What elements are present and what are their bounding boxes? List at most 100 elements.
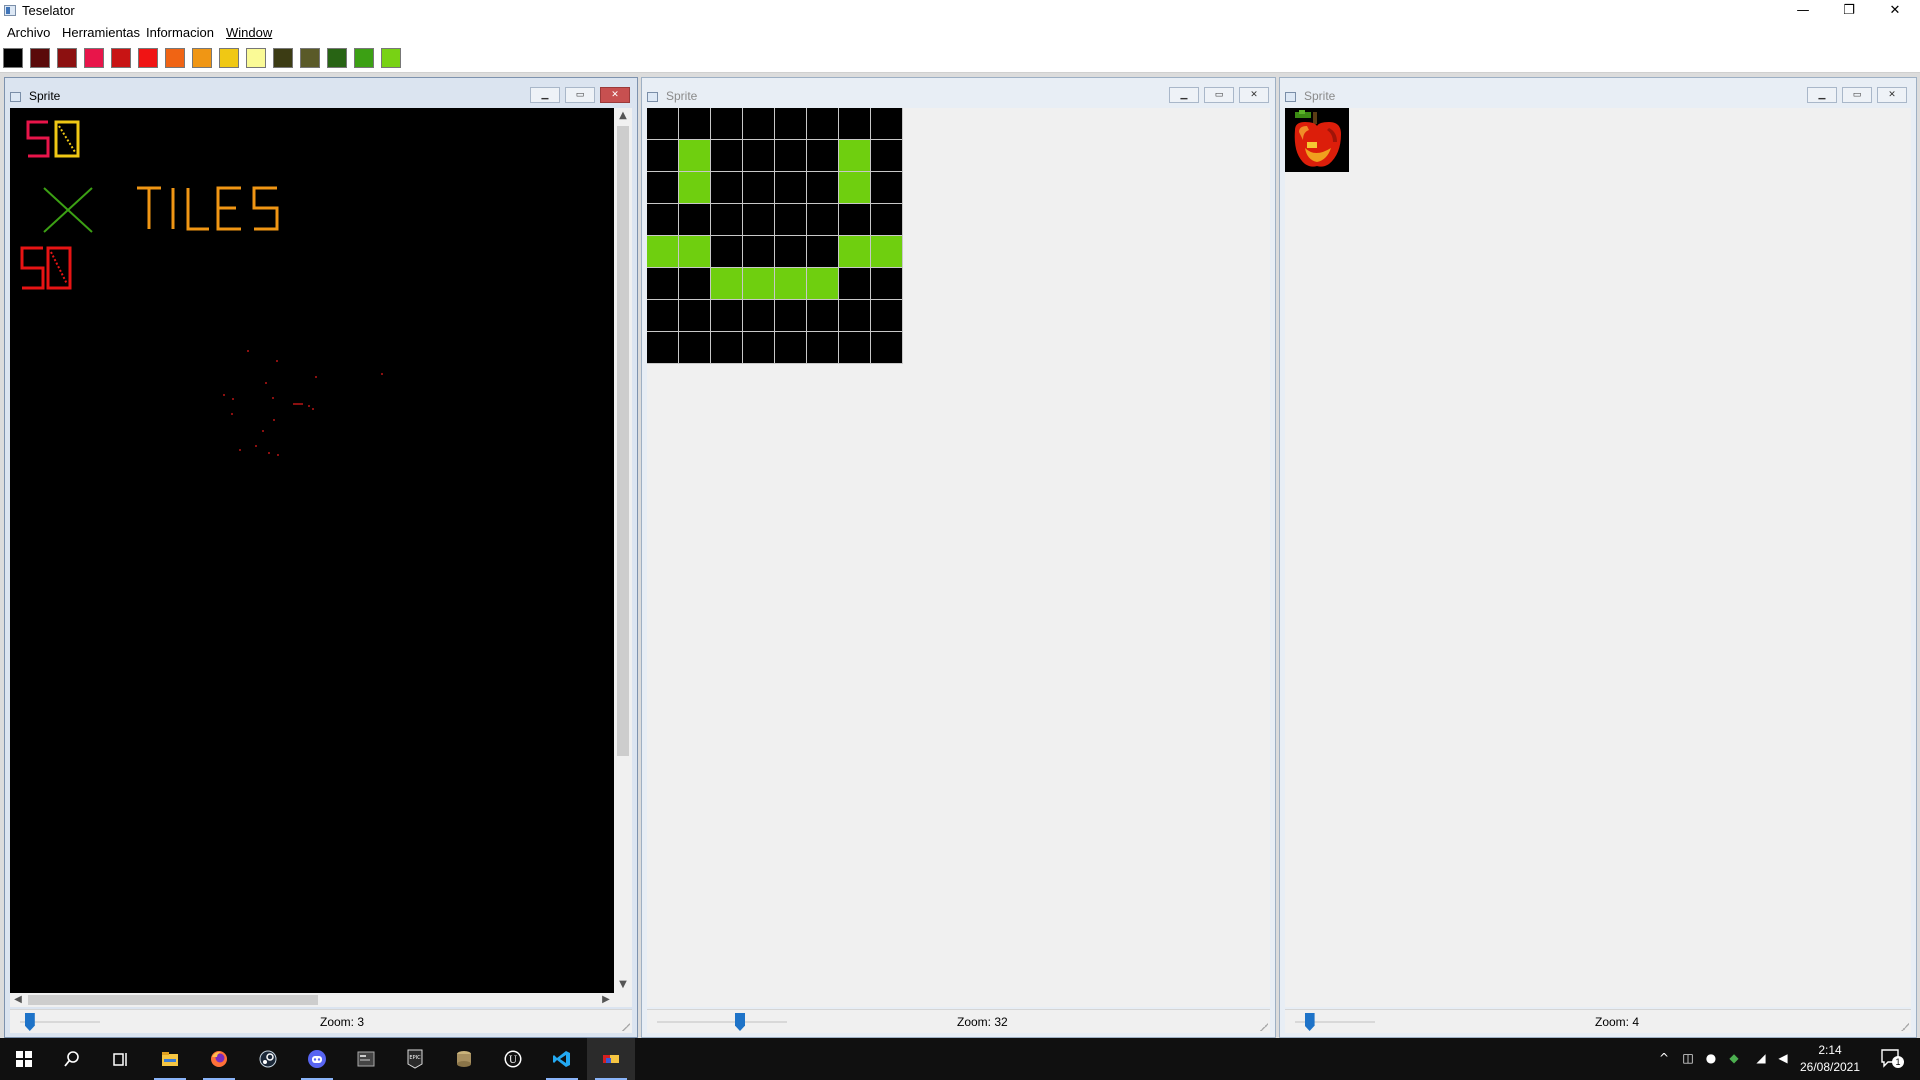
child-close-button[interactable]: ✕ <box>600 87 630 103</box>
network-icon[interactable]: ◢ <box>1753 1050 1769 1066</box>
taskbar-file-explorer[interactable] <box>146 1038 194 1080</box>
system-clock[interactable]: 2:14 26/08/2021 <box>1790 1042 1870 1076</box>
tile-cell[interactable] <box>871 108 902 139</box>
taskbar-database-app[interactable] <box>440 1038 488 1080</box>
tile-cell[interactable] <box>871 268 902 299</box>
taskbar-firefox[interactable] <box>195 1038 243 1080</box>
tile-cell[interactable] <box>807 204 838 235</box>
color-swatch[interactable] <box>138 48 158 68</box>
zoom-slider-thumb[interactable] <box>735 1013 745 1031</box>
menu-herramientas[interactable]: Herramientas <box>62 25 140 40</box>
tile-cell-filled[interactable] <box>775 268 806 299</box>
tile-cell[interactable] <box>743 140 774 171</box>
child-minimize-button[interactable]: ▁ <box>530 87 560 103</box>
tile-cell-filled[interactable] <box>807 268 838 299</box>
start-button[interactable] <box>0 1038 48 1080</box>
color-swatch[interactable] <box>273 48 293 68</box>
tile-cell[interactable] <box>647 172 678 203</box>
notifications-button[interactable]: 1 <box>1880 1048 1904 1068</box>
tile-cell-filled[interactable] <box>743 268 774 299</box>
tile-cell[interactable] <box>743 172 774 203</box>
tile-cell[interactable] <box>807 140 838 171</box>
tile-cell[interactable] <box>711 108 742 139</box>
tile-cell[interactable] <box>711 204 742 235</box>
camera-icon[interactable]: ◫ <box>1680 1050 1696 1066</box>
close-button[interactable]: ✕ <box>1872 0 1918 22</box>
tile-cell-filled[interactable] <box>679 140 710 171</box>
sprite-window-1[interactable]: Sprite ▁ ▭ ✕ ▲ ▼ ◀ ▶ Zoom: 3 <box>4 77 638 1038</box>
tile-cell-filled[interactable] <box>711 268 742 299</box>
tile-cell[interactable] <box>839 268 870 299</box>
tile-cell[interactable] <box>839 300 870 331</box>
tile-cell[interactable] <box>711 332 742 363</box>
taskbar-terminal[interactable] <box>342 1038 390 1080</box>
tile-cell[interactable] <box>647 140 678 171</box>
color-swatch[interactable] <box>327 48 347 68</box>
minimize-button[interactable]: — <box>1780 0 1826 22</box>
tile-cell[interactable] <box>711 300 742 331</box>
tile-cell[interactable] <box>679 204 710 235</box>
tile-cell[interactable] <box>775 172 806 203</box>
menu-informacion[interactable]: Informacion <box>146 25 214 40</box>
tile-cell[interactable] <box>679 108 710 139</box>
taskbar-vscode[interactable] <box>538 1038 586 1080</box>
sprite-window-2[interactable]: Sprite ▁ ▭ ✕ Zoom: 32 <box>641 77 1276 1038</box>
tile-cell-filled[interactable] <box>679 236 710 267</box>
resize-grip[interactable] <box>1258 1021 1268 1031</box>
tile-cell-filled[interactable] <box>647 236 678 267</box>
child-close-button[interactable]: ✕ <box>1877 87 1907 103</box>
tile-cell-filled[interactable] <box>871 236 902 267</box>
tile-cell[interactable] <box>711 236 742 267</box>
color-swatch[interactable] <box>246 48 266 68</box>
search-button[interactable] <box>48 1038 96 1080</box>
task-view-button[interactable] <box>96 1038 144 1080</box>
scroll-up-arrow[interactable]: ▲ <box>615 108 631 124</box>
color-swatch[interactable] <box>111 48 131 68</box>
restore-button[interactable]: ❐ <box>1826 0 1872 22</box>
apple-sprite[interactable] <box>1285 108 1349 172</box>
tile-cell-filled[interactable] <box>839 236 870 267</box>
tile-cell[interactable] <box>743 300 774 331</box>
color-swatch[interactable] <box>84 48 104 68</box>
color-swatch[interactable] <box>354 48 374 68</box>
tile-cell[interactable] <box>711 172 742 203</box>
tile-cell[interactable] <box>775 108 806 139</box>
tile-cell[interactable] <box>807 172 838 203</box>
tile-cell[interactable] <box>743 204 774 235</box>
horizontal-scrollbar[interactable]: ◀ ▶ <box>10 993 614 1007</box>
tile-cell[interactable] <box>743 236 774 267</box>
vertical-scrollbar[interactable]: ▲ ▼ <box>614 108 632 993</box>
color-swatch[interactable] <box>219 48 239 68</box>
color-swatch[interactable] <box>381 48 401 68</box>
color-swatch[interactable] <box>300 48 320 68</box>
tile-cell[interactable] <box>775 204 806 235</box>
tile-cell[interactable] <box>775 140 806 171</box>
tile-cell-filled[interactable] <box>839 172 870 203</box>
tile-cell[interactable] <box>647 300 678 331</box>
tile-cell[interactable] <box>679 300 710 331</box>
zoom-slider-thumb[interactable] <box>24 1013 35 1031</box>
volume-icon[interactable]: ◀ <box>1775 1050 1791 1066</box>
tile-cell[interactable] <box>775 332 806 363</box>
zoom-slider-thumb[interactable] <box>1304 1013 1315 1031</box>
resize-grip[interactable] <box>1899 1021 1909 1031</box>
tile-cell[interactable] <box>743 108 774 139</box>
microphone-icon[interactable]: ● <box>1703 1050 1719 1066</box>
scroll-left-arrow[interactable]: ◀ <box>10 992 26 1008</box>
tile-cell[interactable] <box>647 268 678 299</box>
color-swatch[interactable] <box>192 48 212 68</box>
tile-cell[interactable] <box>679 268 710 299</box>
tile-cell[interactable] <box>775 236 806 267</box>
child-maximize-button[interactable]: ▭ <box>565 87 595 103</box>
tile-cell[interactable] <box>871 300 902 331</box>
vertical-scroll-thumb[interactable] <box>617 126 629 756</box>
tile-cell[interactable] <box>647 108 678 139</box>
child-minimize-button[interactable]: ▁ <box>1169 87 1199 103</box>
tile-cell[interactable] <box>679 332 710 363</box>
tile-cell[interactable] <box>807 236 838 267</box>
tile-grid[interactable] <box>647 108 903 364</box>
menu-archivo[interactable]: Archivo <box>7 25 50 40</box>
child-maximize-button[interactable]: ▭ <box>1204 87 1234 103</box>
tile-cell[interactable] <box>839 108 870 139</box>
tile-cell[interactable] <box>839 204 870 235</box>
